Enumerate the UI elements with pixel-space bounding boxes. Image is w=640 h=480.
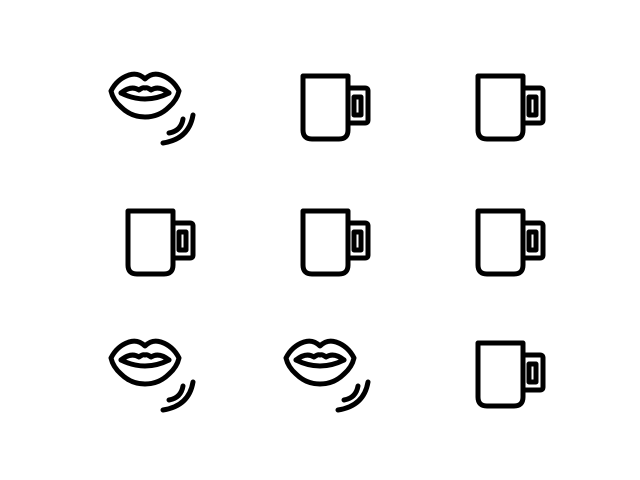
coffee-mug-icon [445, 180, 565, 300]
grid-cell [270, 45, 390, 165]
speaking-lips-icon [270, 312, 390, 432]
grid-cell [445, 45, 565, 165]
coffee-mug-icon [445, 45, 565, 165]
coffee-mug-icon [445, 312, 565, 432]
speaking-lips-icon [95, 312, 215, 432]
grid-cell [270, 180, 390, 300]
grid-cell [95, 312, 215, 432]
grid-cell [445, 180, 565, 300]
icon-grid-canvas [0, 0, 640, 480]
grid-cell [95, 45, 215, 165]
coffee-mug-icon [270, 45, 390, 165]
coffee-mug-icon [270, 180, 390, 300]
speaking-lips-icon [95, 45, 215, 165]
coffee-mug-icon [95, 180, 215, 300]
grid-cell [270, 312, 390, 432]
grid-cell [95, 180, 215, 300]
grid-cell [445, 312, 565, 432]
